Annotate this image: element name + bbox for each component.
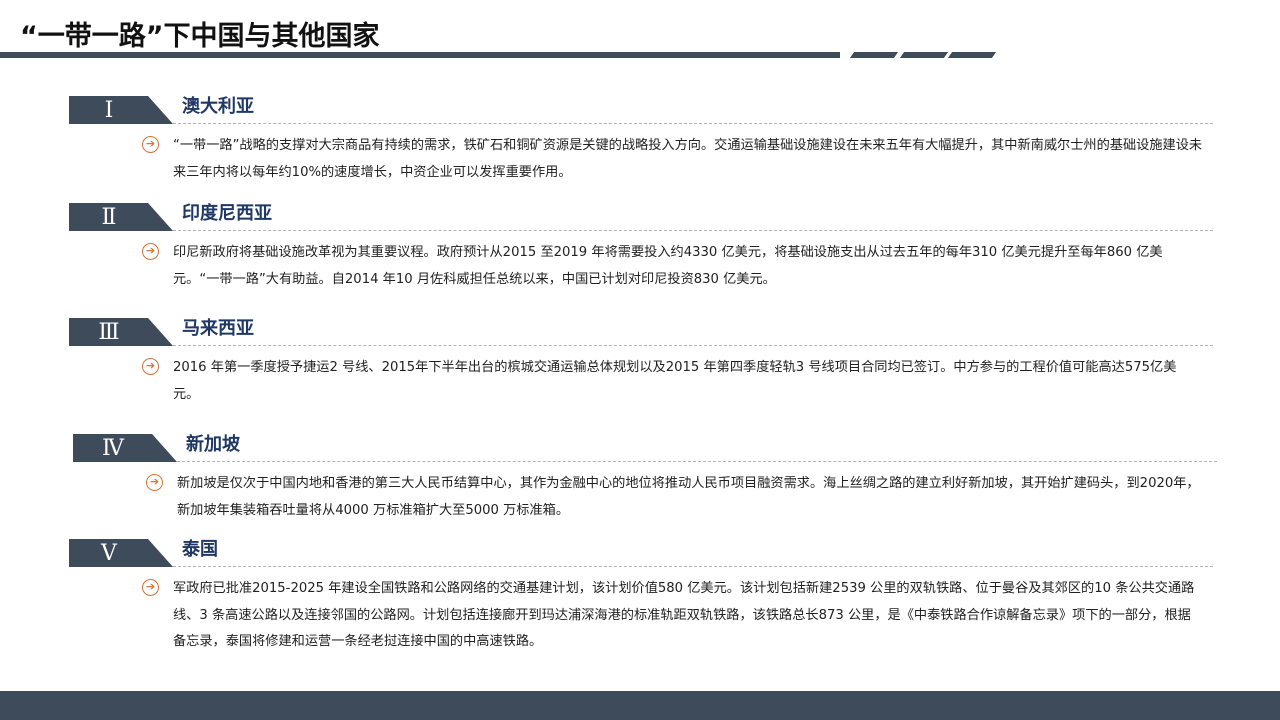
arrow-circle-icon: ➔ (142, 579, 159, 596)
section-number-tag: Ⅲ (69, 318, 173, 346)
section-heading: 澳大利亚 (182, 96, 254, 117)
dashed-divider (173, 230, 1213, 231)
section-body: 2016 年第一季度授予捷运2 号线、2015年下半年出台的槟城交通运输总体规划… (173, 360, 1177, 402)
section-body: “一带一路”战略的支撑对大宗商品有持续的需求，铁矿石和铜矿资源是关键的战略投入方… (173, 138, 1203, 180)
section-heading: 新加坡 (186, 434, 240, 455)
section-number-tag: Ⅰ (69, 96, 173, 124)
dashed-divider (173, 123, 1213, 124)
arrow-circle-icon: ➔ (146, 474, 163, 491)
dashed-divider (173, 566, 1213, 567)
section-heading: 泰国 (182, 539, 218, 560)
section-body: 印尼新政府将基础设施改革视为其重要议程。政府预计从2015 至2019 年将需要… (173, 245, 1163, 287)
page-title: “一带一路”下中国与其他国家 (20, 21, 380, 52)
section-number-tag: Ⅴ (69, 539, 173, 567)
arrow-circle-icon: ➔ (142, 136, 159, 153)
section-number-tag: Ⅱ (69, 203, 173, 231)
title-underline-bar (0, 52, 840, 58)
section-body: 新加坡是仅次于中国内地和香港的第三大人民币结算中心，其作为金融中心的地位将推动人… (177, 476, 1200, 518)
arrow-circle-icon: ➔ (142, 358, 159, 375)
footer-bar (0, 691, 1280, 720)
dashed-divider (177, 461, 1217, 462)
arrow-circle-icon: ➔ (142, 243, 159, 260)
dashed-divider (173, 345, 1213, 346)
title-stripe (899, 52, 949, 58)
section-number-tag: Ⅳ (73, 434, 177, 462)
section-body: 军政府已批准2015-2025 年建设全国铁路和公路网络的交通基建计划，该计划价… (173, 581, 1195, 649)
section-heading: 马来西亚 (182, 318, 254, 339)
section-heading: 印度尼西亚 (182, 203, 272, 224)
title-stripe (849, 52, 899, 58)
title-stripe (947, 52, 997, 58)
